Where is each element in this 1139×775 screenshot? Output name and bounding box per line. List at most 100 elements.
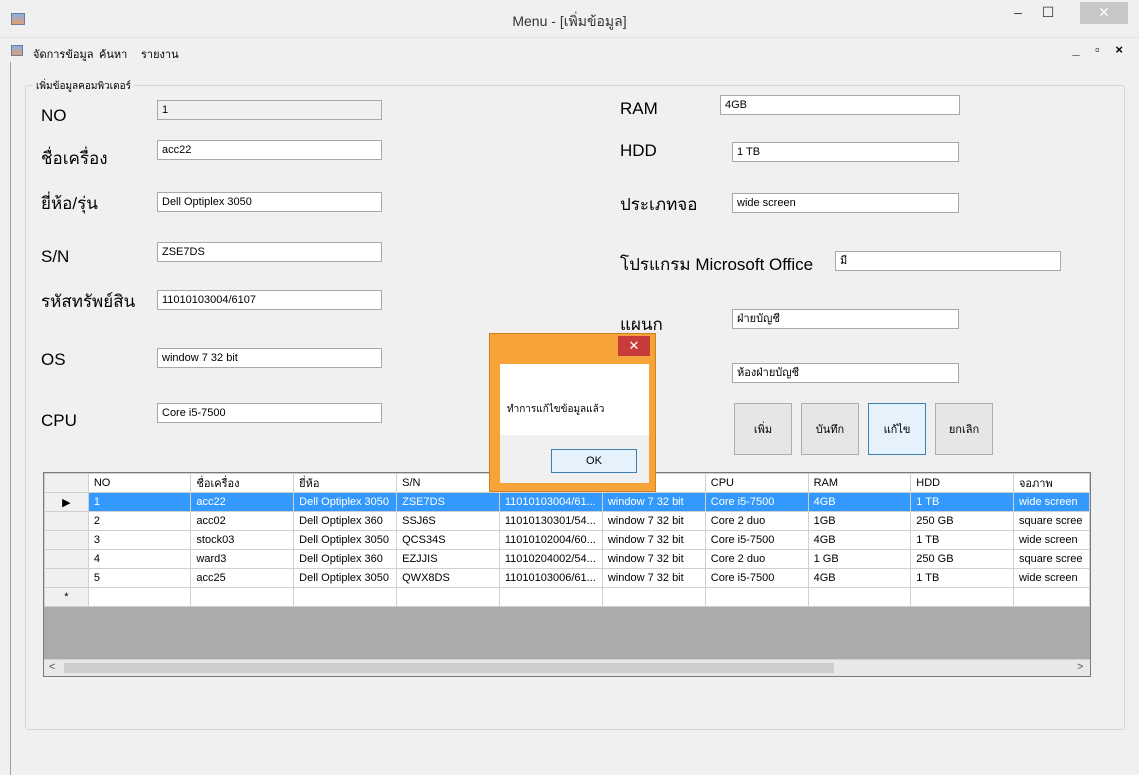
row-header[interactable]: *	[44, 587, 89, 607]
row-header[interactable]	[44, 568, 89, 588]
grid-cell[interactable]: ward3	[190, 549, 295, 569]
col-header-brand[interactable]: ยี่ห้อ	[293, 473, 398, 493]
no-field[interactable]: 1	[157, 100, 382, 120]
grid-cell[interactable]: acc25	[190, 568, 295, 588]
grid-cell[interactable]: window 7 32 bit	[601, 511, 706, 531]
grid-cell[interactable]: window 7 32 bit	[601, 530, 706, 550]
grid-cell[interactable]	[190, 587, 295, 607]
grid-cell[interactable]	[1012, 587, 1090, 607]
grid-cell[interactable]: Core 2 duo	[704, 549, 809, 569]
cpu-field[interactable]: Core i5-7500	[157, 403, 382, 423]
grid-cell[interactable]: Dell Optiplex 360	[293, 511, 398, 531]
grid-cell[interactable]: 11010103006/61...	[498, 568, 603, 588]
table-row[interactable]: ▶ 1 acc22 Dell Optiplex 3050 ZSE7DS 110101030…	[44, 492, 1090, 512]
grid-cell[interactable]: 5	[87, 568, 192, 588]
grid-cell[interactable]: 11010204002/54...	[498, 549, 603, 569]
table-row[interactable]: 3 stock03 Dell Optiplex 3050 QCS34S 11010102…	[44, 530, 1090, 550]
grid-cell[interactable]: wide screen	[1012, 492, 1090, 512]
grid-cell[interactable]: 1 TB	[910, 492, 1014, 512]
ram-field[interactable]: 4GB	[720, 95, 960, 115]
table-row[interactable]: 5 acc25 Dell Optiplex 3050 QWX8DS 1101010300…	[44, 568, 1090, 588]
ok-button[interactable]: OK	[551, 449, 637, 473]
grid-cell[interactable]: Core 2 duo	[704, 511, 809, 531]
grid-cell[interactable]: square scree	[1012, 511, 1090, 531]
grid-corner-header[interactable]	[44, 473, 89, 493]
col-header-screen[interactable]: จอภาพ	[1012, 473, 1090, 493]
row-header[interactable]	[44, 530, 89, 550]
grid-cell[interactable]: 11010130301/54...	[498, 511, 603, 531]
grid-cell[interactable]	[601, 587, 706, 607]
grid-cell[interactable]: EZJJIS	[396, 549, 500, 569]
col-header-no[interactable]: NO	[87, 473, 192, 493]
grid-cell[interactable]: window 7 32 bit	[601, 568, 706, 588]
grid-cell[interactable]: Core i5-7500	[704, 530, 809, 550]
grid-cell[interactable]: 4GB	[807, 568, 912, 588]
grid-cell[interactable]: QWX8DS	[396, 568, 500, 588]
grid-cell[interactable]: 1GB	[807, 511, 912, 531]
grid-cell[interactable]: ZSE7DS	[396, 492, 500, 512]
grid-cell[interactable]: wide screen	[1012, 530, 1090, 550]
grid-cell[interactable]	[396, 587, 500, 607]
grid-cell[interactable]: square scree	[1012, 549, 1090, 569]
office-field[interactable]: มี	[835, 251, 1061, 271]
grid-cell[interactable]: Dell Optiplex 360	[293, 549, 398, 569]
brand-model-field[interactable]: Dell Optiplex 3050	[157, 192, 382, 212]
grid-cell[interactable]: 1 TB	[910, 568, 1014, 588]
menu-report[interactable]: รายงาน	[141, 45, 179, 63]
grid-cell[interactable]: Dell Optiplex 3050	[293, 568, 398, 588]
mdi-child-icon[interactable]	[11, 45, 23, 56]
grid-cell[interactable]: acc22	[190, 492, 295, 512]
computer-name-field[interactable]: acc22	[157, 140, 382, 160]
col-header-name[interactable]: ชื่อเครื่อง	[190, 473, 295, 493]
horizontal-scrollbar[interactable]: < >	[44, 659, 1090, 676]
grid-cell[interactable]: Dell Optiplex 3050	[293, 530, 398, 550]
scrollbar-thumb[interactable]	[64, 663, 834, 673]
os-field[interactable]: window 7 32 bit	[157, 348, 382, 368]
asset-code-field[interactable]: 11010103004/6107	[157, 290, 382, 310]
grid-cell[interactable]: 2	[87, 511, 192, 531]
grid-cell[interactable]: 11010102004/60...	[498, 530, 603, 550]
scroll-left-icon[interactable]: <	[49, 661, 55, 673]
col-header-sn[interactable]: S/N	[396, 473, 500, 493]
grid-cell[interactable]: 250 GB	[910, 549, 1014, 569]
minimize-button[interactable]: –	[1003, 2, 1033, 24]
grid-cell[interactable]: window 7 32 bit	[601, 549, 706, 569]
col-header-ram[interactable]: RAM	[807, 473, 912, 493]
grid-cell[interactable]: SSJ6S	[396, 511, 500, 531]
table-row[interactable]: 4 ward3 Dell Optiplex 360 EZJJIS 11010204002…	[44, 549, 1090, 569]
serial-number-field[interactable]: ZSE7DS	[157, 242, 382, 262]
grid-cell[interactable]: 4GB	[807, 530, 912, 550]
grid-cell[interactable]: Dell Optiplex 3050	[293, 492, 398, 512]
menu-search[interactable]: ค้นหา	[99, 45, 127, 63]
cancel-button[interactable]: ยกเลิก	[935, 403, 993, 455]
row-header[interactable]	[44, 549, 89, 569]
grid-cell[interactable]: 1 TB	[910, 530, 1014, 550]
dialog-close-button[interactable]: ✕	[618, 336, 650, 356]
menu-manage-data[interactable]: จัดการข้อมูล	[33, 45, 93, 63]
grid-cell[interactable]: 1	[87, 492, 192, 512]
mdi-window-controls[interactable]: _ ▫ ×	[1072, 42, 1129, 57]
grid-cell[interactable]	[807, 587, 912, 607]
grid-cell[interactable]	[704, 587, 809, 607]
close-button[interactable]: ✕	[1080, 2, 1128, 24]
edit-button[interactable]: แก้ไข	[868, 403, 926, 455]
row-header[interactable]	[44, 511, 89, 531]
grid-cell[interactable]: wide screen	[1012, 568, 1090, 588]
grid-cell[interactable]: 4GB	[807, 492, 912, 512]
table-row[interactable]: 2 acc02 Dell Optiplex 360 SSJ6S 11010130301/…	[44, 511, 1090, 531]
grid-cell[interactable]: 4	[87, 549, 192, 569]
department-field[interactable]: ฝ่ายบัญชี	[732, 309, 959, 329]
grid-cell[interactable]: Core i5-7500	[704, 492, 809, 512]
room-field[interactable]: ห้องฝ่ายบัญชี	[732, 363, 959, 383]
save-button[interactable]: บันทึก	[801, 403, 859, 455]
add-button[interactable]: เพิ่ม	[734, 403, 792, 455]
grid-cell[interactable]: QCS34S	[396, 530, 500, 550]
new-row[interactable]: *	[44, 587, 1090, 607]
maximize-button[interactable]: ☐	[1033, 2, 1063, 24]
screen-type-field[interactable]: wide screen	[732, 193, 959, 213]
grid-cell[interactable]	[87, 587, 192, 607]
grid-cell[interactable]: 11010103004/61...	[498, 492, 603, 512]
col-header-cpu[interactable]: CPU	[704, 473, 809, 493]
scroll-right-icon[interactable]: >	[1077, 661, 1083, 673]
grid-cell[interactable]	[293, 587, 398, 607]
